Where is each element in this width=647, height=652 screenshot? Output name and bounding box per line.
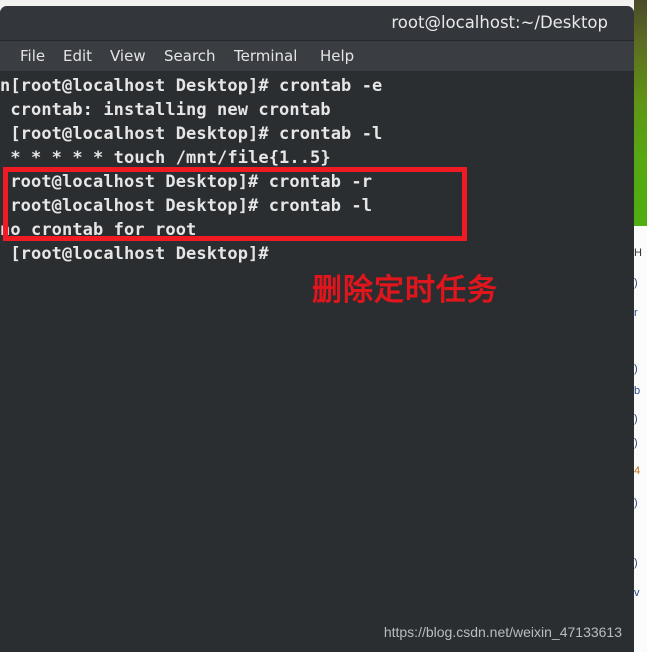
- menu-item-search[interactable]: Search: [164, 47, 216, 65]
- terminal-output-area[interactable]: n[root@localhost Desktop]# crontab -e cr…: [0, 72, 634, 652]
- background-webpage-strip: H) r) b)) 4)) v: [633, 226, 647, 652]
- terminal-line: crontab: installing new crontab: [0, 100, 331, 120]
- background-text-fragment: ): [634, 558, 638, 569]
- background-text-fragment: ): [634, 414, 638, 425]
- background-text-fragment: ): [634, 364, 638, 375]
- window-title-bar[interactable]: root@localhost:~/Desktop: [0, 6, 634, 41]
- terminal-window[interactable]: root@localhost:~/Desktop File Edit View Sea…: [0, 6, 634, 652]
- screenshot-root: H) r) b)) 4)) v root@localhost:~/Desktop Fil…: [0, 0, 647, 652]
- background-text-fragment: 4: [634, 466, 641, 477]
- background-text-fragment: H: [634, 248, 642, 259]
- desktop-wallpaper-strip: [634, 0, 647, 226]
- annotation-label: 删除定时任务: [312, 273, 498, 308]
- menu-item-file[interactable]: File: [20, 47, 45, 65]
- menu-bar[interactable]: File Edit View Search Terminal Help: [0, 41, 634, 72]
- terminal-line: [root@localhost Desktop]# crontab -r: [0, 172, 373, 192]
- background-text-fragment: v: [634, 588, 640, 599]
- menu-item-edit[interactable]: Edit: [63, 47, 92, 65]
- terminal-line: [root@localhost Desktop]# crontab -l: [0, 196, 373, 216]
- background-text-fragment: ): [634, 278, 638, 289]
- window-title: root@localhost:~/Desktop: [391, 13, 608, 32]
- background-text-fragment: ): [634, 498, 638, 509]
- terminal-line: n[root@localhost Desktop]# crontab -e: [0, 76, 383, 96]
- watermark-url: https://blog.csdn.net/weixin_47133613: [383, 624, 622, 640]
- terminal-line: * * * * * touch /mnt/file{1..5}: [0, 148, 331, 168]
- terminal-line: [root@localhost Desktop]# crontab -l: [0, 124, 383, 144]
- terminal-line: [root@localhost Desktop]#: [0, 244, 269, 264]
- background-text-fragment: r: [634, 308, 638, 319]
- background-text-fragment: b: [634, 386, 641, 397]
- menu-item-terminal[interactable]: Terminal: [234, 47, 297, 65]
- menu-item-help[interactable]: Help: [320, 47, 354, 65]
- background-text-fragment: ): [634, 438, 638, 449]
- terminal-line: no crontab for root: [0, 220, 197, 240]
- menu-item-view[interactable]: View: [110, 47, 146, 65]
